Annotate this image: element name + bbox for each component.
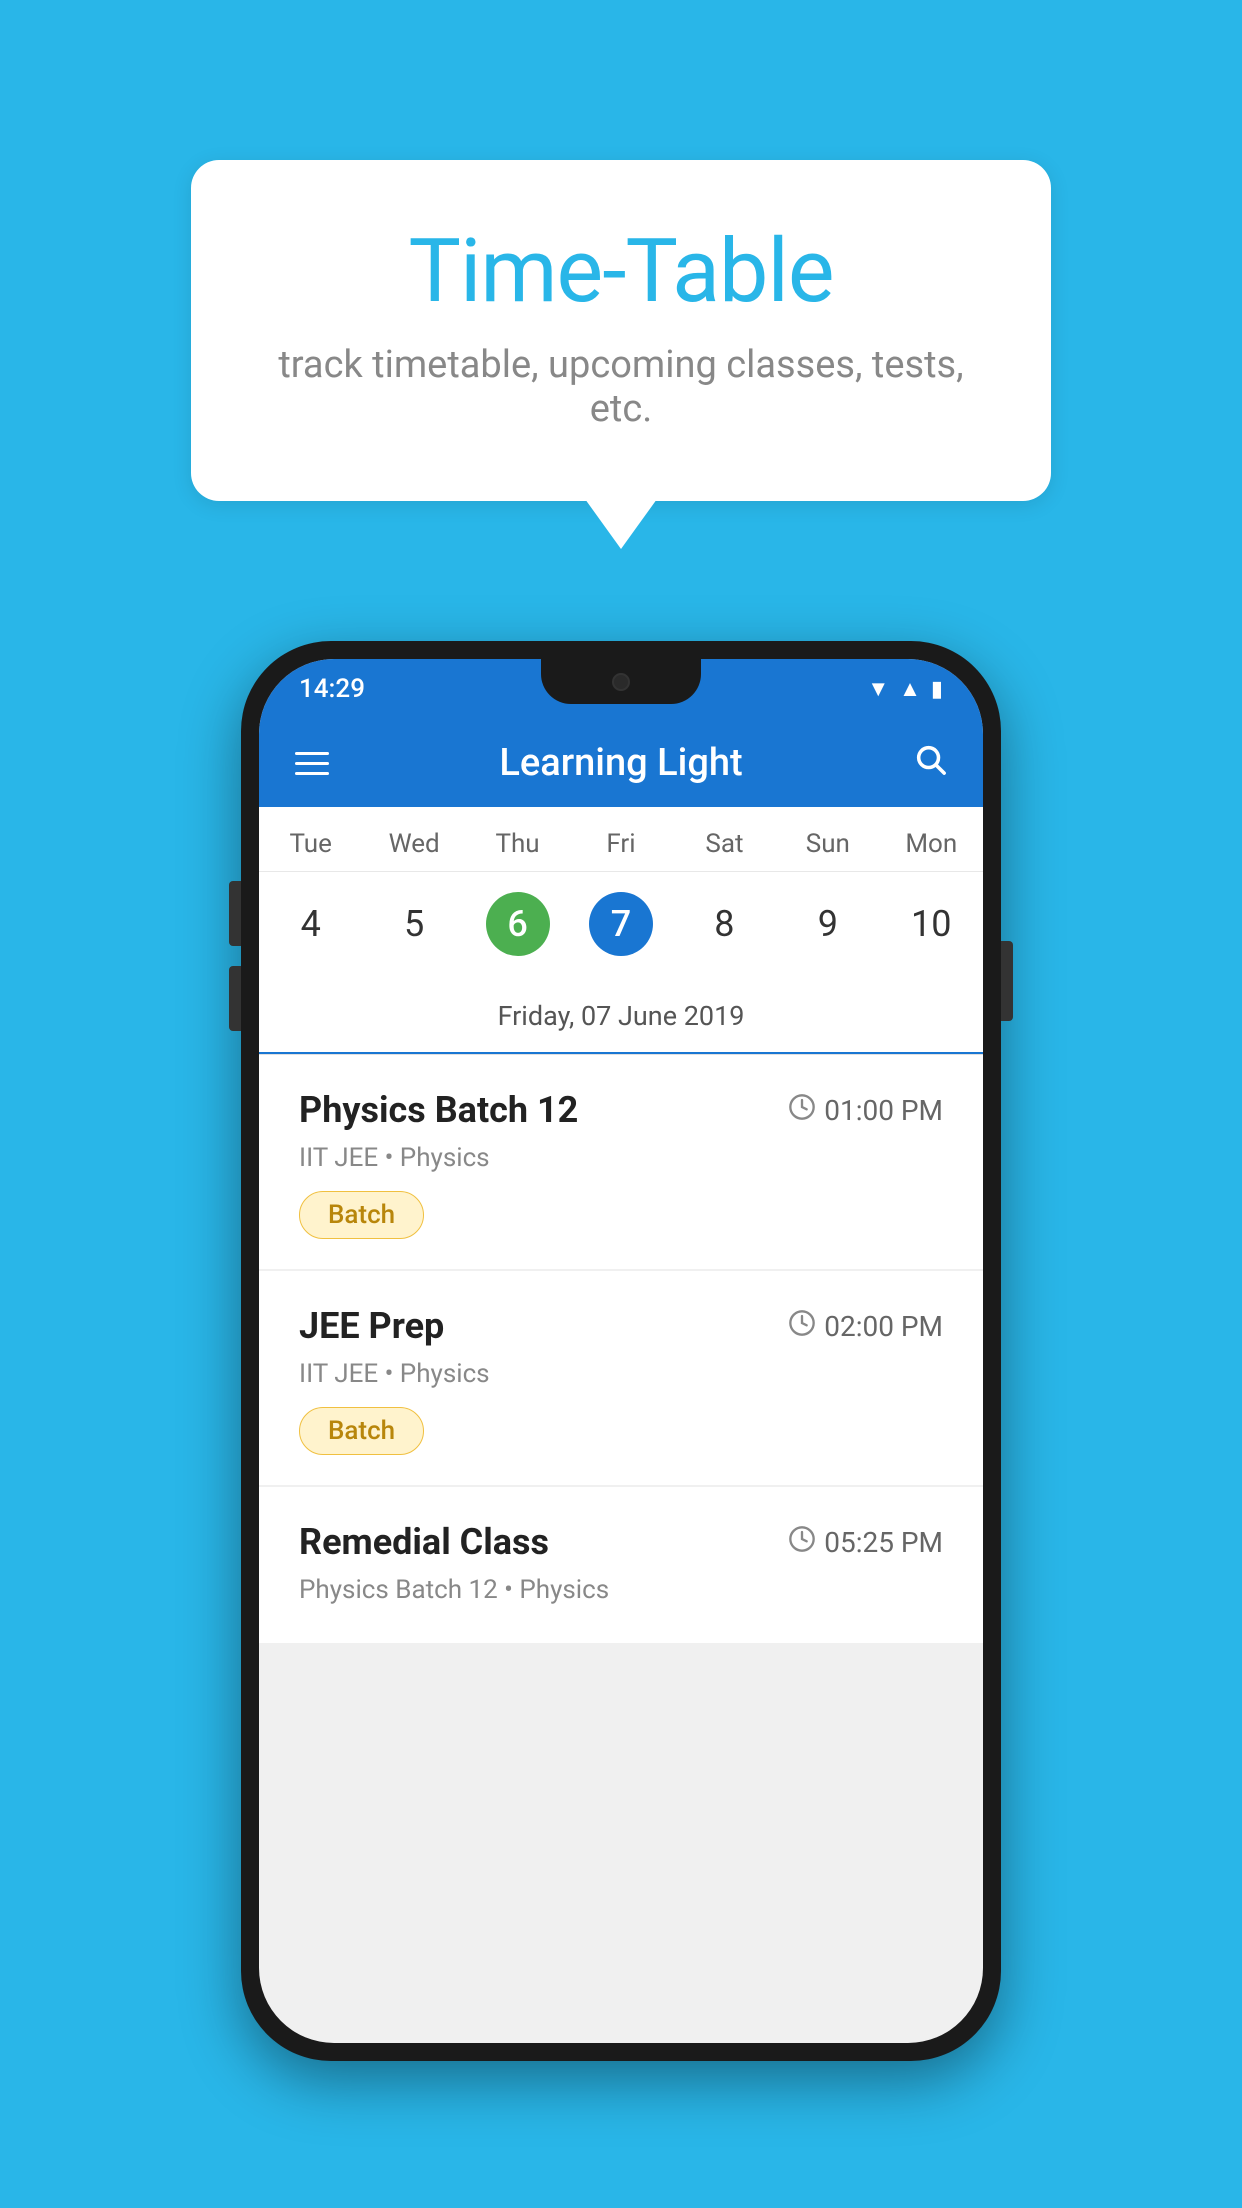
vol-down-button: [229, 966, 241, 1031]
schedule-subtitle-3: Physics Batch 12 • Physics: [299, 1575, 943, 1605]
app-title: Learning Light: [359, 741, 883, 785]
phone-frame: 14:29 ▼ ▲ ▮ Learning Light: [241, 641, 1001, 2061]
volume-buttons: [229, 881, 241, 1031]
phone-wrapper: 14:29 ▼ ▲ ▮ Learning Light: [241, 641, 1001, 2061]
schedule-subtitle-1: IIT JEE • Physics: [299, 1143, 943, 1173]
schedule-item-1[interactable]: Physics Batch 12 01:00 PM IIT JEE • P: [259, 1055, 983, 1269]
status-time: 14:29: [299, 674, 365, 704]
batch-badge-2: Batch: [299, 1407, 424, 1455]
schedule-item-3[interactable]: Remedial Class 05:25 PM Physics Batch: [259, 1487, 983, 1643]
search-icon[interactable]: [913, 742, 947, 785]
phone-screen: 14:29 ▼ ▲ ▮ Learning Light: [259, 659, 983, 2043]
schedule-title-2: JEE Prep: [299, 1305, 444, 1347]
schedule-item-1-header: Physics Batch 12 01:00 PM: [299, 1089, 943, 1131]
app-bar: Learning Light: [259, 719, 983, 807]
schedule-item-2[interactable]: JEE Prep 02:00 PM IIT JEE • Physics: [259, 1271, 983, 1485]
day-wed: Wed: [362, 807, 465, 871]
battery-icon: ▮: [931, 677, 943, 702]
date-5[interactable]: 5: [362, 882, 465, 966]
schedule-item-3-header: Remedial Class 05:25 PM: [299, 1521, 943, 1563]
selected-date-label: Friday, 07 June 2019: [259, 984, 983, 1054]
day-sun: Sun: [776, 807, 879, 871]
clock-icon-2: [788, 1309, 816, 1344]
schedule-item-2-header: JEE Prep 02:00 PM: [299, 1305, 943, 1347]
date-10[interactable]: 10: [880, 882, 983, 966]
schedule-title-3: Remedial Class: [299, 1521, 549, 1563]
schedule-title-1: Physics Batch 12: [299, 1089, 578, 1131]
schedule-time-1: 01:00 PM: [788, 1093, 943, 1128]
schedule-time-3: 05:25 PM: [788, 1525, 943, 1560]
date-4[interactable]: 4: [259, 882, 362, 966]
clock-icon-3: [788, 1525, 816, 1560]
calendar-section: Tue Wed Thu Fri Sat Sun Mon 4 5: [259, 807, 983, 1055]
day-mon: Mon: [880, 807, 983, 871]
hamburger-menu-icon[interactable]: [295, 752, 329, 775]
day-sat: Sat: [673, 807, 776, 871]
date-9[interactable]: 9: [776, 882, 879, 966]
date-row: 4 5 6 7 8 9: [259, 872, 983, 984]
date-7-selected[interactable]: 7: [569, 882, 672, 966]
vol-up-button: [229, 881, 241, 946]
speech-bubble: Time-Table track timetable, upcoming cla…: [191, 160, 1051, 501]
phone-notch: [541, 659, 701, 704]
bubble-subtitle: track timetable, upcoming classes, tests…: [271, 343, 971, 431]
day-fri: Fri: [569, 807, 672, 871]
signal-icon: ▲: [899, 676, 921, 702]
wifi-icon: ▼: [867, 676, 889, 702]
camera-dot: [612, 673, 630, 691]
day-headers: Tue Wed Thu Fri Sat Sun Mon: [259, 807, 983, 872]
day-tue: Tue: [259, 807, 362, 871]
clock-icon-1: [788, 1093, 816, 1128]
schedule-subtitle-2: IIT JEE • Physics: [299, 1359, 943, 1389]
date-6-today[interactable]: 6: [466, 882, 569, 966]
schedule-time-2: 02:00 PM: [788, 1309, 943, 1344]
date-8[interactable]: 8: [673, 882, 776, 966]
batch-badge-1: Batch: [299, 1191, 424, 1239]
day-thu: Thu: [466, 807, 569, 871]
schedule-list: Physics Batch 12 01:00 PM IIT JEE • P: [259, 1055, 983, 1643]
bubble-title: Time-Table: [271, 220, 971, 323]
power-button: [1001, 941, 1013, 1021]
status-icons: ▼ ▲ ▮: [867, 676, 943, 702]
speech-bubble-area: Time-Table track timetable, upcoming cla…: [0, 0, 1242, 501]
